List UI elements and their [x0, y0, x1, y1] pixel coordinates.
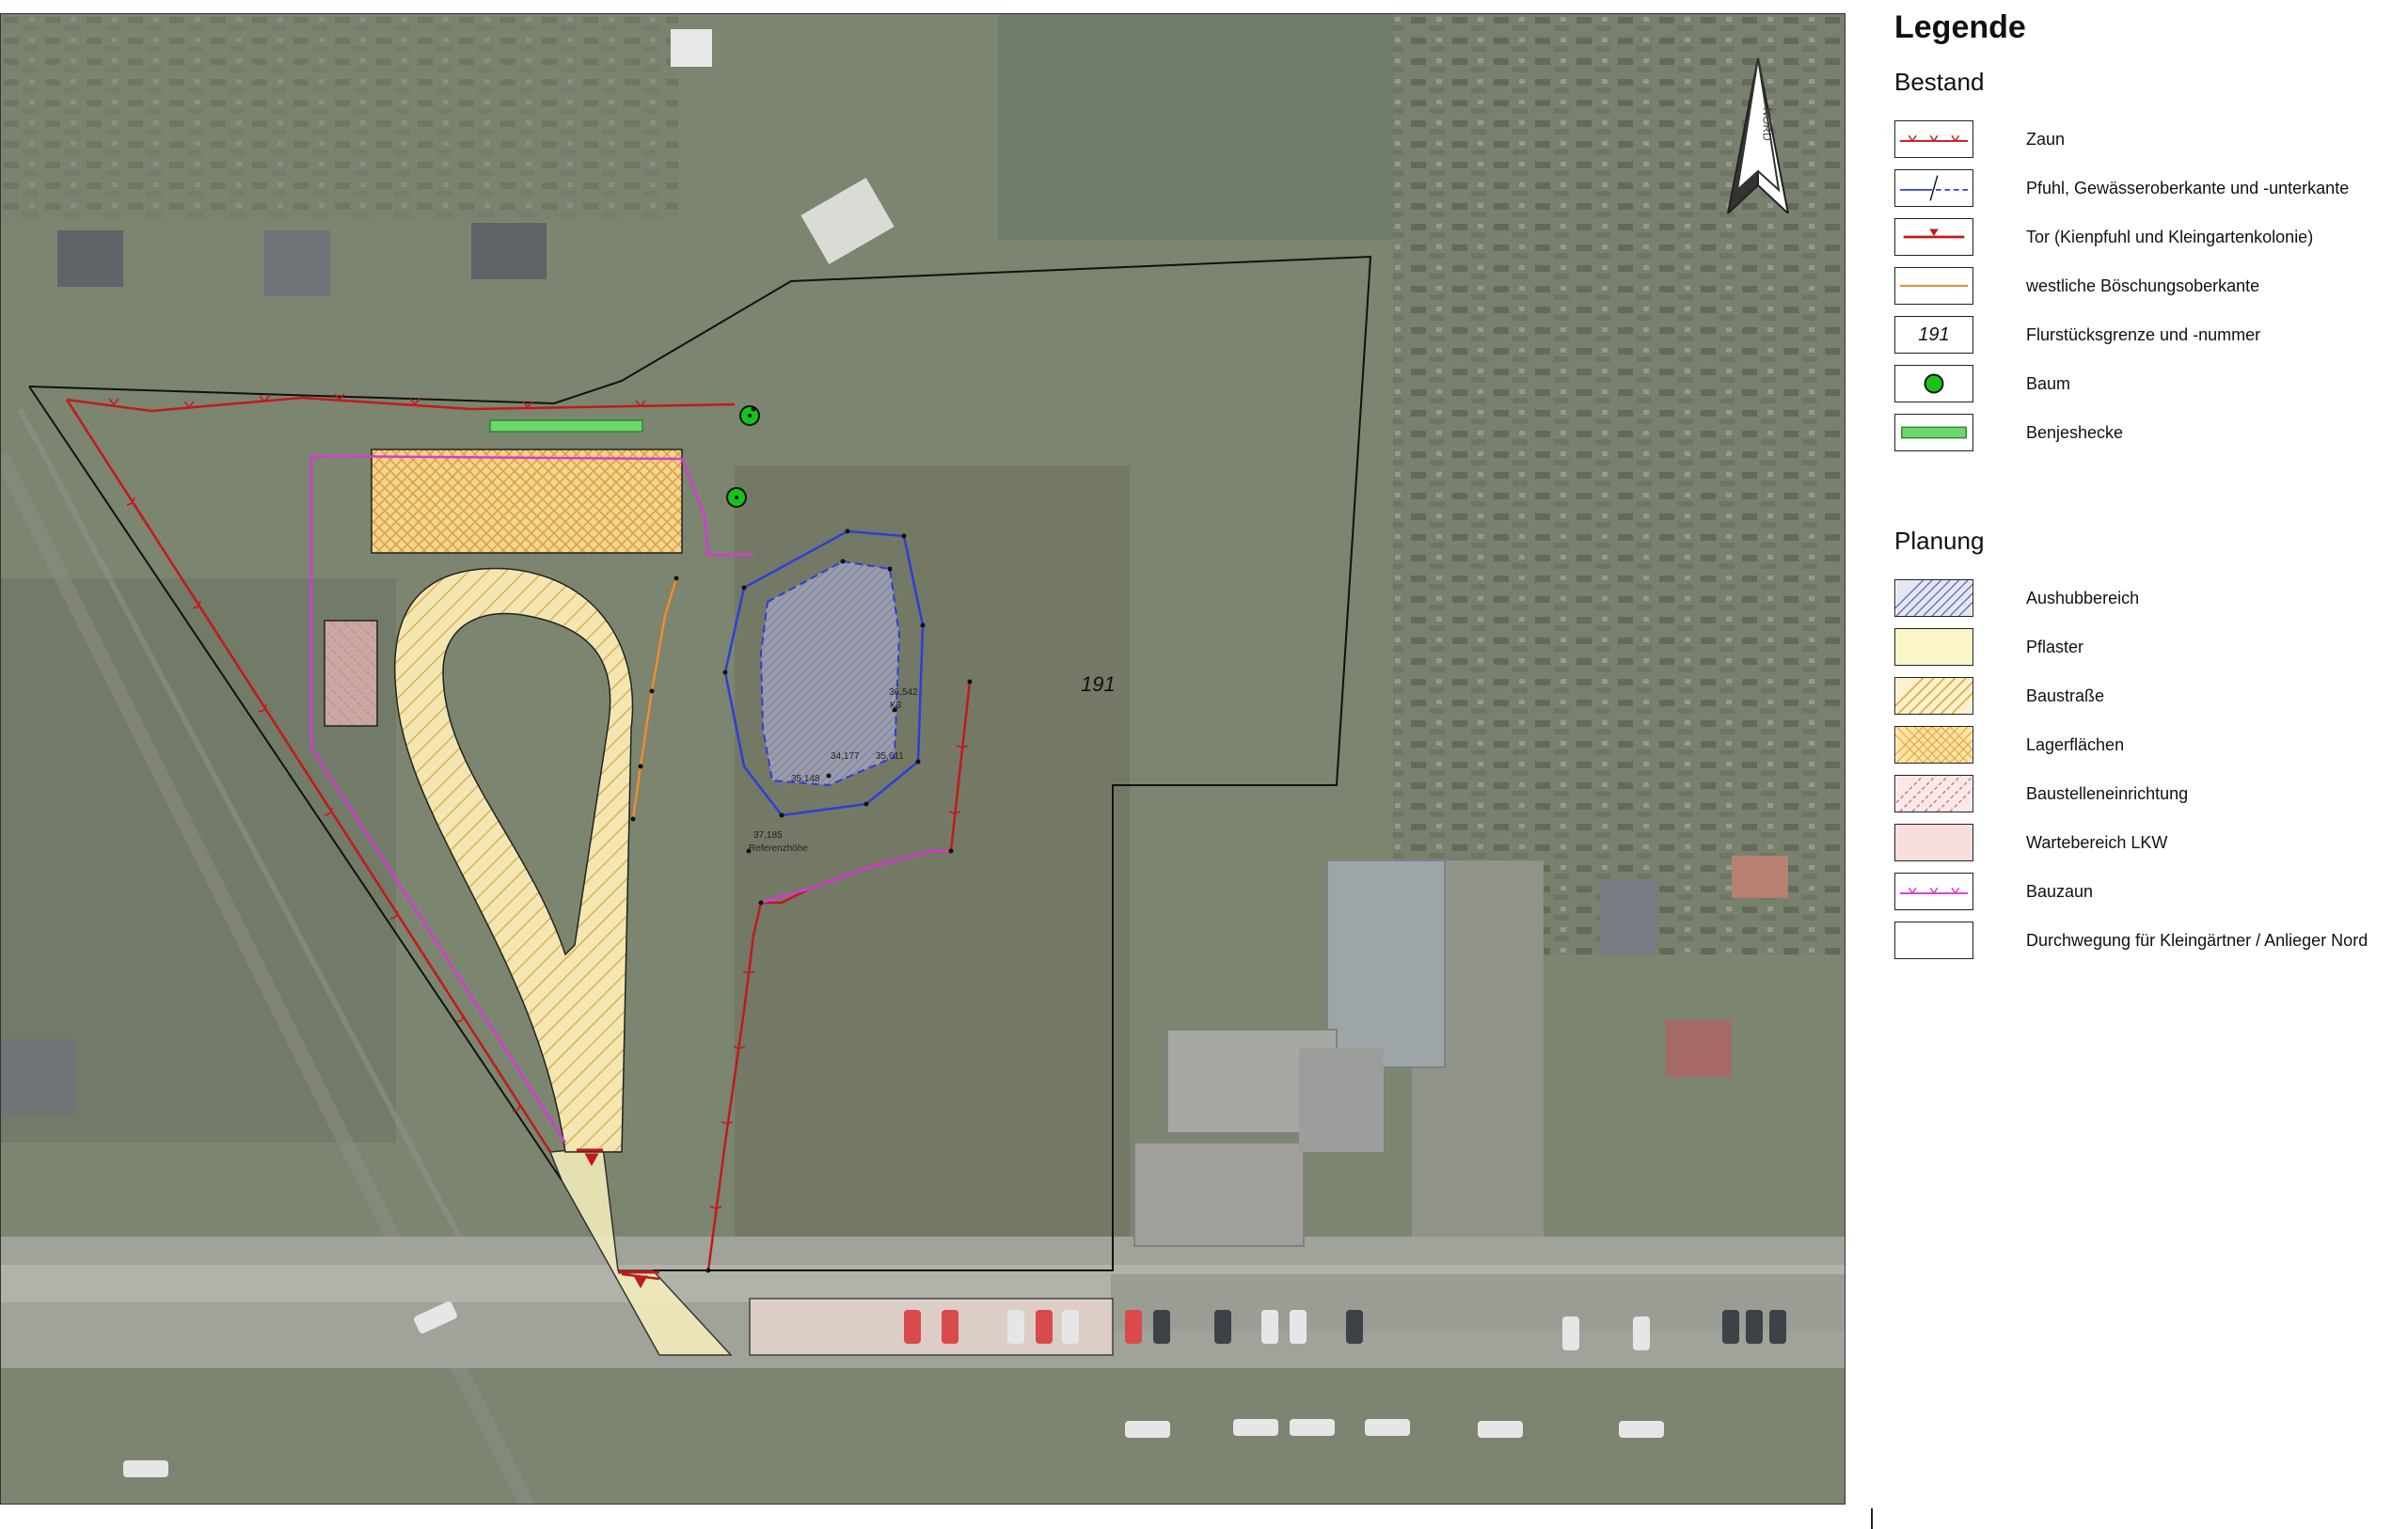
construction-fence-icon	[1894, 873, 1973, 910]
legend-label-embankment: westliche Böschungsoberkante	[2026, 276, 2260, 295]
legend-label-construction-road: Baustraße	[2026, 686, 2105, 705]
garden-house-3	[471, 223, 547, 279]
tree-cover-north	[998, 14, 1393, 240]
garage-building	[1600, 879, 1656, 954]
elevation-label-1: 34,177	[831, 751, 860, 762]
access-path-icon	[1894, 922, 1973, 959]
legend-item-storage: Lagerflächen	[1894, 726, 2402, 767]
small-shed	[671, 29, 712, 67]
embankment-icon	[1894, 267, 1973, 305]
legend-label-parcel: Flurstücksgrenze und -nummer	[2026, 325, 2261, 344]
allotment-gardens-north	[1, 14, 678, 221]
gate-icon	[1894, 218, 1973, 256]
legend-item-embankment: westliche Böschungsoberkante	[1894, 267, 2402, 308]
elevation-label-3: 36,542	[889, 687, 918, 698]
reference-height-caption: Referenzhöhe	[749, 843, 808, 854]
parcel-boundary-icon: 191	[1894, 316, 1973, 354]
parcel-number-label: 191	[1081, 672, 1116, 696]
red-roof-house-2	[1666, 1020, 1732, 1077]
fence-red-icon	[1894, 120, 1973, 158]
legend-label-paving: Pflaster	[2026, 638, 2084, 656]
legend-item-pond-edge: Pfuhl, Gewässeroberkante und -unterkante	[1894, 169, 2402, 211]
legend-item-fence: Zaun	[1894, 120, 2402, 162]
legend-item-excavation: Aushubbereich	[1894, 579, 2402, 621]
house-west	[1, 1039, 76, 1114]
legend-label-excavation: Aushubbereich	[2026, 589, 2140, 607]
legend-label-access-path: Durchwegung für Kleingärtner / Anlieger …	[2026, 931, 2368, 950]
legend-label-tree: Baum	[2026, 374, 2071, 393]
legend-label-fence: Zaun	[2026, 130, 2066, 149]
legend-item-gate: Tor (Kienpfuhl und Kleingartenkolonie)	[1894, 218, 2402, 260]
legend-item-access-path: Durchwegung für Kleingärtner / Anlieger …	[1894, 922, 2402, 963]
pond-code-label: K3	[890, 701, 902, 711]
legend-label-truck-waiting: Wartebereich LKW	[2026, 833, 2168, 852]
hedge	[489, 419, 643, 433]
north-arrow-icon	[1726, 57, 1790, 213]
red-roof-house	[1732, 856, 1788, 898]
legend-label-construction-fence: Bauzaun	[2026, 882, 2094, 901]
legend-label-gate: Tor (Kienpfuhl und Kleingartenkolonie)	[2026, 228, 2314, 246]
site-plan-map	[1, 14, 1845, 1504]
legend-item-site-setup: Baustelleneinrichtung	[1894, 775, 2402, 816]
excavation-icon	[1894, 579, 1973, 617]
pond-edge-icon	[1894, 169, 1973, 207]
north-label: NORD	[1760, 107, 1774, 141]
storage-area	[371, 449, 683, 554]
legend-label-pond-edge: Pfuhl, Gewässeroberkante und -unterkante	[2026, 179, 2350, 197]
elevation-label-2: 35,148	[791, 774, 820, 784]
legend-item-construction-road: Baustraße	[1894, 677, 2402, 718]
legend-item-construction-fence: Bauzaun	[1894, 873, 2402, 914]
annex-building-2	[1299, 1048, 1384, 1152]
legend-label-hedge: Benjeshecke	[2026, 423, 2124, 442]
truck-waiting-area	[749, 1298, 1114, 1356]
legend-label-storage: Lagerflächen	[2026, 735, 2125, 754]
construction-road-icon	[1894, 677, 1973, 715]
tree-icon	[1894, 365, 1973, 402]
reference-height-value: 37,185	[753, 830, 783, 841]
garden-house-1	[57, 230, 123, 287]
school-building	[1326, 859, 1446, 1068]
legend-panel: Legende Bestand Zaun Pfuhl, Gewässerober…	[1894, 0, 2402, 1525]
legend-section-planung: Planung	[1894, 527, 1985, 555]
legend-item-paving: Pflaster	[1894, 628, 2402, 670]
legend-item-parcel: 191 Flurstücksgrenze und -nummer	[1894, 316, 2402, 357]
elevation-label-4: 35,611	[876, 751, 904, 762]
legend-item-tree: Baum	[1894, 365, 2402, 406]
truck-waiting-icon	[1894, 824, 1973, 861]
garden-house-2	[264, 230, 330, 296]
frame-tick	[1871, 1508, 1873, 1529]
legend-section-bestand: Bestand	[1894, 68, 1985, 96]
site-setup-icon	[1894, 775, 1973, 812]
legend-item-truck-waiting: Wartebereich LKW	[1894, 824, 2402, 865]
legend-label-site-setup: Baustelleneinrichtung	[2026, 784, 2189, 803]
paving-icon	[1894, 628, 1973, 666]
map-view[interactable]: NORD 191 37,185 Referenzhöhe 34,177 35,1…	[0, 13, 1846, 1505]
hall-building	[1133, 1142, 1305, 1247]
legend-item-hedge: Benjeshecke	[1894, 414, 2402, 455]
storage-area-icon	[1894, 726, 1973, 764]
hedge-icon	[1894, 414, 1973, 451]
legend-title: Legende	[1894, 9, 2026, 45]
site-setup-area	[324, 620, 378, 727]
